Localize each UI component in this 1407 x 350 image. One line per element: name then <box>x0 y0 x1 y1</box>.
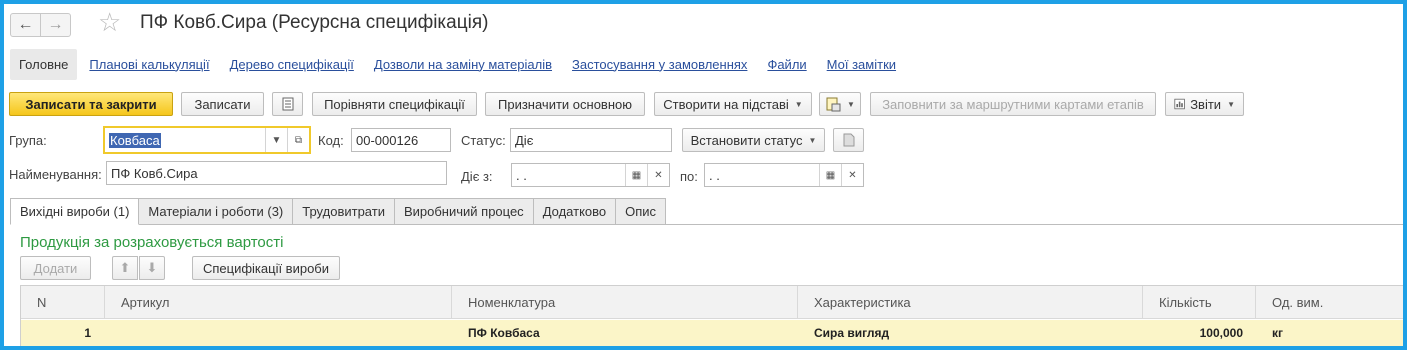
cell-nomenclature: ПФ Ковбаса <box>468 326 540 340</box>
code-field[interactable]: 00-000126 <box>351 128 451 152</box>
close-icon: ✕ <box>654 169 663 181</box>
code-label: Код: <box>318 133 344 148</box>
document-print-icon <box>826 97 841 111</box>
group-label: Група: <box>9 133 47 148</box>
report-icon <box>1174 98 1185 110</box>
create-based-on-label: Створити на підставі <box>663 96 789 112</box>
arrow-right-icon: → <box>47 16 64 33</box>
set-status-button[interactable]: Встановити статус ▼ <box>682 128 825 152</box>
tab-spec-tree[interactable]: Дерево специфікації <box>230 57 354 72</box>
add-button[interactable]: Додати <box>20 256 91 280</box>
product-specs-button[interactable]: Специфікації вироби <box>192 256 340 280</box>
status-field[interactable]: Діє <box>510 128 672 152</box>
column-header-article[interactable]: Артикул <box>105 286 452 319</box>
valid-to-label: по: <box>680 169 698 184</box>
tab-planned-calculations[interactable]: Планові калькуляції <box>89 57 209 72</box>
column-header-characteristic[interactable]: Характеристика <box>798 286 1143 319</box>
move-up-button[interactable]: ⬆ <box>112 256 138 280</box>
arrow-up-icon: ⬆ <box>119 260 131 275</box>
document-list-button[interactable] <box>272 92 303 116</box>
status-history-button[interactable] <box>833 128 864 152</box>
arrow-down-icon: ⬇ <box>146 260 158 275</box>
table-header: N Артикул Номенклатура Характеристика Кі… <box>21 286 1403 319</box>
section-title: Продукція за розраховується вартості <box>20 234 284 251</box>
arrow-left-icon: ← <box>17 16 34 33</box>
cell-article <box>121 320 441 346</box>
table-row[interactable]: 1 ПФ Ковбаса Сира вигляд 100,000 кг <box>21 320 1403 346</box>
set-main-button[interactable]: Призначити основною <box>485 92 645 116</box>
valid-from-value: . . <box>516 167 527 183</box>
cell-quantity: 100,000 <box>1199 326 1243 340</box>
document-icon <box>843 133 854 147</box>
group-dropdown-button[interactable]: ▼ <box>265 128 287 152</box>
back-button[interactable]: ← <box>10 13 41 37</box>
calendar-icon: ▦ <box>631 169 642 181</box>
create-based-on-button[interactable]: Створити на підставі ▼ <box>654 92 812 116</box>
column-header-unit[interactable]: Од. вим. <box>1256 286 1403 319</box>
column-header-n[interactable]: N <box>21 286 105 319</box>
cell-characteristic: Сира вигляд <box>814 326 890 340</box>
cell-unit: кг <box>1272 326 1284 340</box>
reports-button[interactable]: Звіти ▼ <box>1165 92 1244 116</box>
tab-files[interactable]: Файли <box>767 57 806 72</box>
valid-to-calendar-button[interactable]: ▦ <box>819 164 841 186</box>
compare-specs-button[interactable]: Порівняти специфікації <box>312 92 477 116</box>
reports-label: Звіти <box>1190 96 1222 112</box>
move-down-button[interactable]: ⬇ <box>139 256 165 280</box>
name-field[interactable]: ПФ Ковб.Сира <box>106 161 447 185</box>
column-header-nomenclature[interactable]: Номенклатура <box>452 286 798 319</box>
tab-material-replacement[interactable]: Дозволи на заміну матеріалів <box>374 57 552 72</box>
group-field[interactable]: Ковбаса ▼ ⧉ <box>103 126 311 154</box>
valid-from-calendar-button[interactable]: ▦ <box>625 164 647 186</box>
fill-by-route-cards-button[interactable]: Заповнити за маршрутними картами етапів <box>870 92 1156 116</box>
tab-usage-in-orders[interactable]: Застосування у замовленнях <box>572 57 747 72</box>
form-nav-panel: Головне Планові калькуляції Дерево специ… <box>10 48 916 80</box>
close-icon: ✕ <box>848 169 857 181</box>
document-list-icon <box>282 97 293 111</box>
tab-materials-works[interactable]: Матеріали і роботи (3) <box>139 198 294 225</box>
group-open-button[interactable]: ⧉ <box>287 128 309 152</box>
tab-main[interactable]: Головне <box>10 48 78 80</box>
content-tabs: Вихідні вироби (1) Матеріали і роботи (3… <box>10 198 667 225</box>
form-window: ← → ☆ ПФ Ковб.Сира (Ресурсна специфікаці… <box>4 4 1403 346</box>
tab-production-process[interactable]: Виробничий процес <box>394 198 534 225</box>
chevron-down-icon: ▼ <box>847 99 855 109</box>
star-icon[interactable]: ☆ <box>98 9 121 35</box>
tab-my-notes[interactable]: Мої замітки <box>827 57 896 72</box>
valid-to-clear-button[interactable]: ✕ <box>841 164 863 186</box>
open-window-icon: ⧉ <box>294 134 303 146</box>
forward-button[interactable]: → <box>40 13 71 37</box>
valid-from-label: Діє з: <box>461 169 493 184</box>
name-label: Найменування: <box>9 167 102 182</box>
chevron-down-icon: ▼ <box>1227 99 1235 109</box>
print-menu-button[interactable]: ▼ <box>819 92 861 116</box>
page-title: ПФ Ковб.Сира (Ресурсна специфікація) <box>140 12 489 33</box>
calendar-icon: ▦ <box>825 169 836 181</box>
valid-to-value: . . <box>709 167 720 183</box>
tab-additional[interactable]: Додатково <box>533 198 617 225</box>
tab-output-products[interactable]: Вихідні вироби (1) <box>10 198 140 225</box>
valid-from-field[interactable]: . . ▦ ✕ <box>511 163 670 187</box>
valid-to-field[interactable]: . . ▦ ✕ <box>704 163 864 187</box>
chevron-down-icon: ▼ <box>808 135 817 145</box>
valid-from-clear-button[interactable]: ✕ <box>647 164 669 186</box>
products-table: N Артикул Номенклатура Характеристика Кі… <box>20 285 1403 346</box>
chevron-down-icon: ▼ <box>271 134 282 146</box>
group-value: Ковбаса <box>109 132 161 148</box>
tab-labor-costs[interactable]: Трудовитрати <box>293 198 395 225</box>
tab-description[interactable]: Опис <box>616 198 667 225</box>
set-status-label: Встановити статус <box>690 132 803 148</box>
save-and-close-button[interactable]: Записати та закрити <box>9 92 173 116</box>
chevron-down-icon: ▼ <box>794 99 803 109</box>
cell-n: 1 <box>84 326 91 340</box>
status-label: Статус: <box>461 133 506 148</box>
save-button[interactable]: Записати <box>181 92 264 116</box>
column-header-quantity[interactable]: Кількість <box>1143 286 1256 319</box>
